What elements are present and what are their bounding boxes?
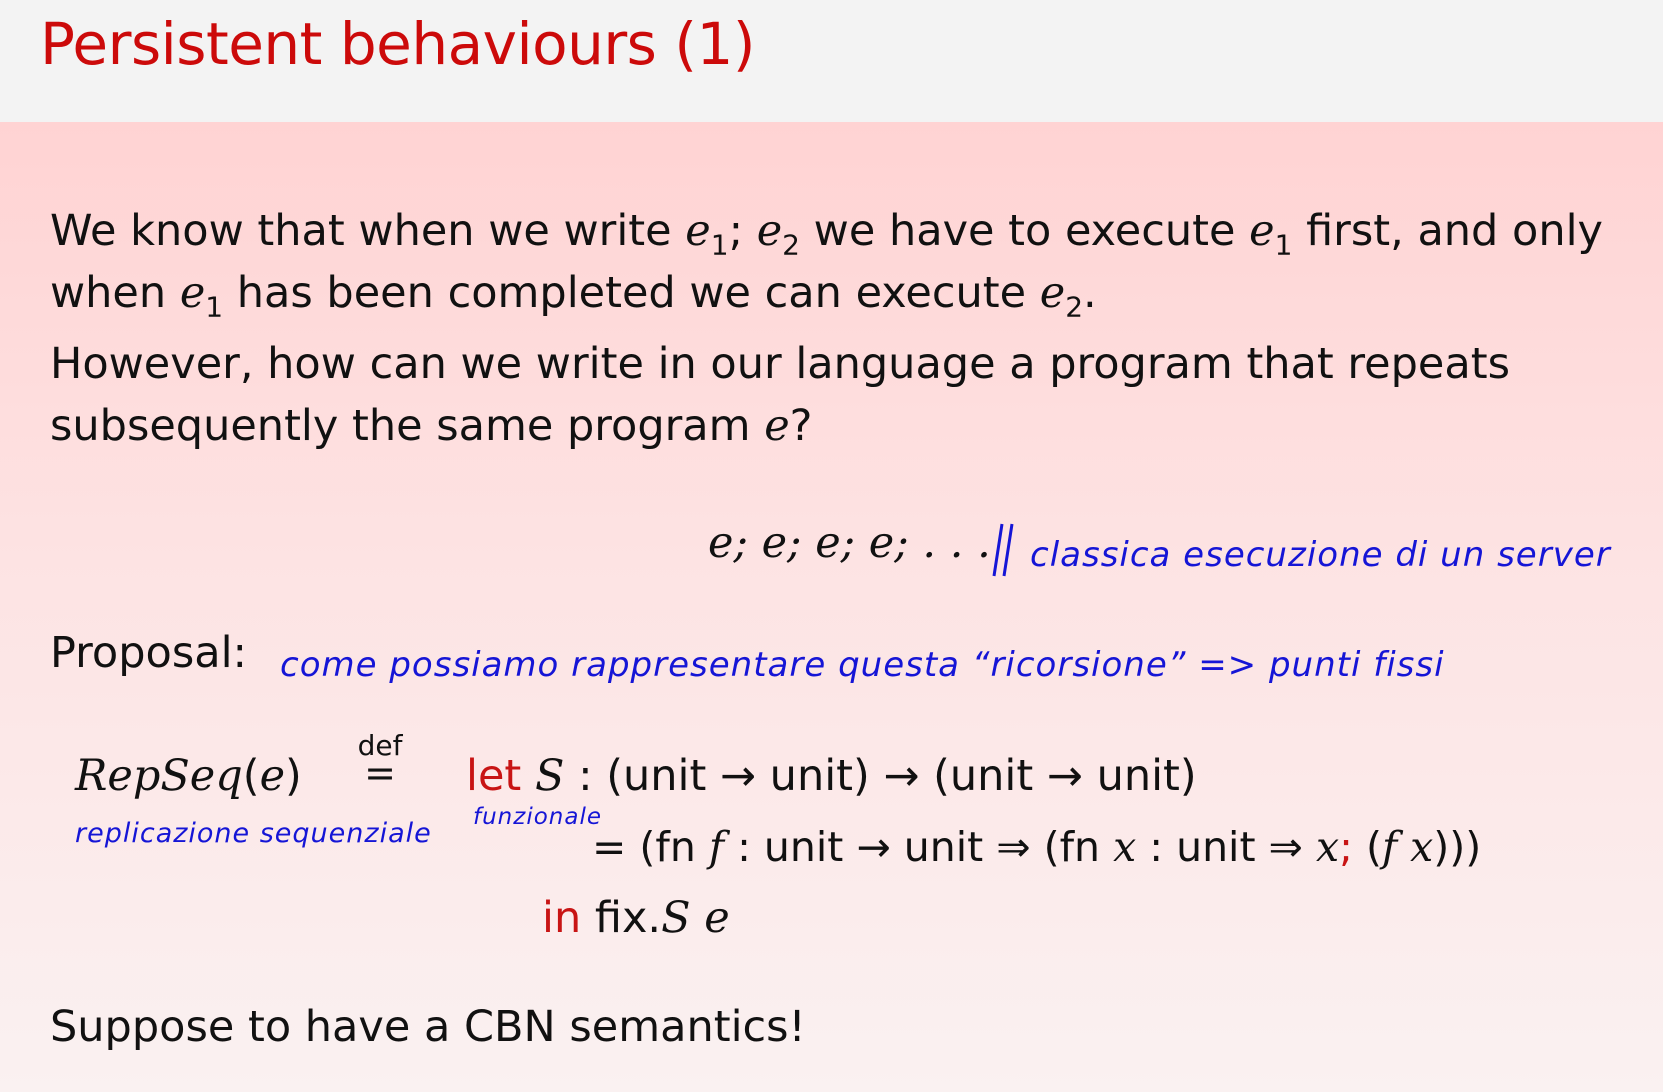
def-equals-symbol: def = [357,729,403,795]
para2-line1: However, how can we write in our languag… [50,339,1510,389]
handwritten-server-note: classica esecuzione di un server [1030,535,1611,575]
proposal-label: Proposal: [50,628,248,678]
repseq-signature: RepSeq(e) [75,751,302,801]
double-slash-icon [992,523,1014,577]
para1-line1: We know that when we write e1; e2 we hav… [50,206,1603,262]
para1-line2: when e1 has been completed we can execut… [50,268,1097,324]
para2-line2: subsequently the same program e? [50,401,813,451]
handwritten-repseq-note: replicazione sequenziale [75,818,432,849]
slide-title: Persistent behaviours (1) [40,10,756,78]
slide-header: Persistent behaviours (1) [0,0,1663,122]
sequence-expression: e; e; e; e; . . . [708,518,991,568]
handwritten-proposal-note: come possiamo rappresentare questa “rico… [280,645,1445,685]
equation-line: = (fn f : unit → unit ⇒ (fn x : unit ⇒ x… [592,823,1482,871]
let-line: let S : (unit → unit) → (unit → unit) [466,751,1197,801]
handwritten-functional-note: funzionale [473,804,602,830]
cbn-remark: Suppose to have a CBN semantics! [50,1002,806,1052]
in-line: in fix.S e [542,893,730,943]
